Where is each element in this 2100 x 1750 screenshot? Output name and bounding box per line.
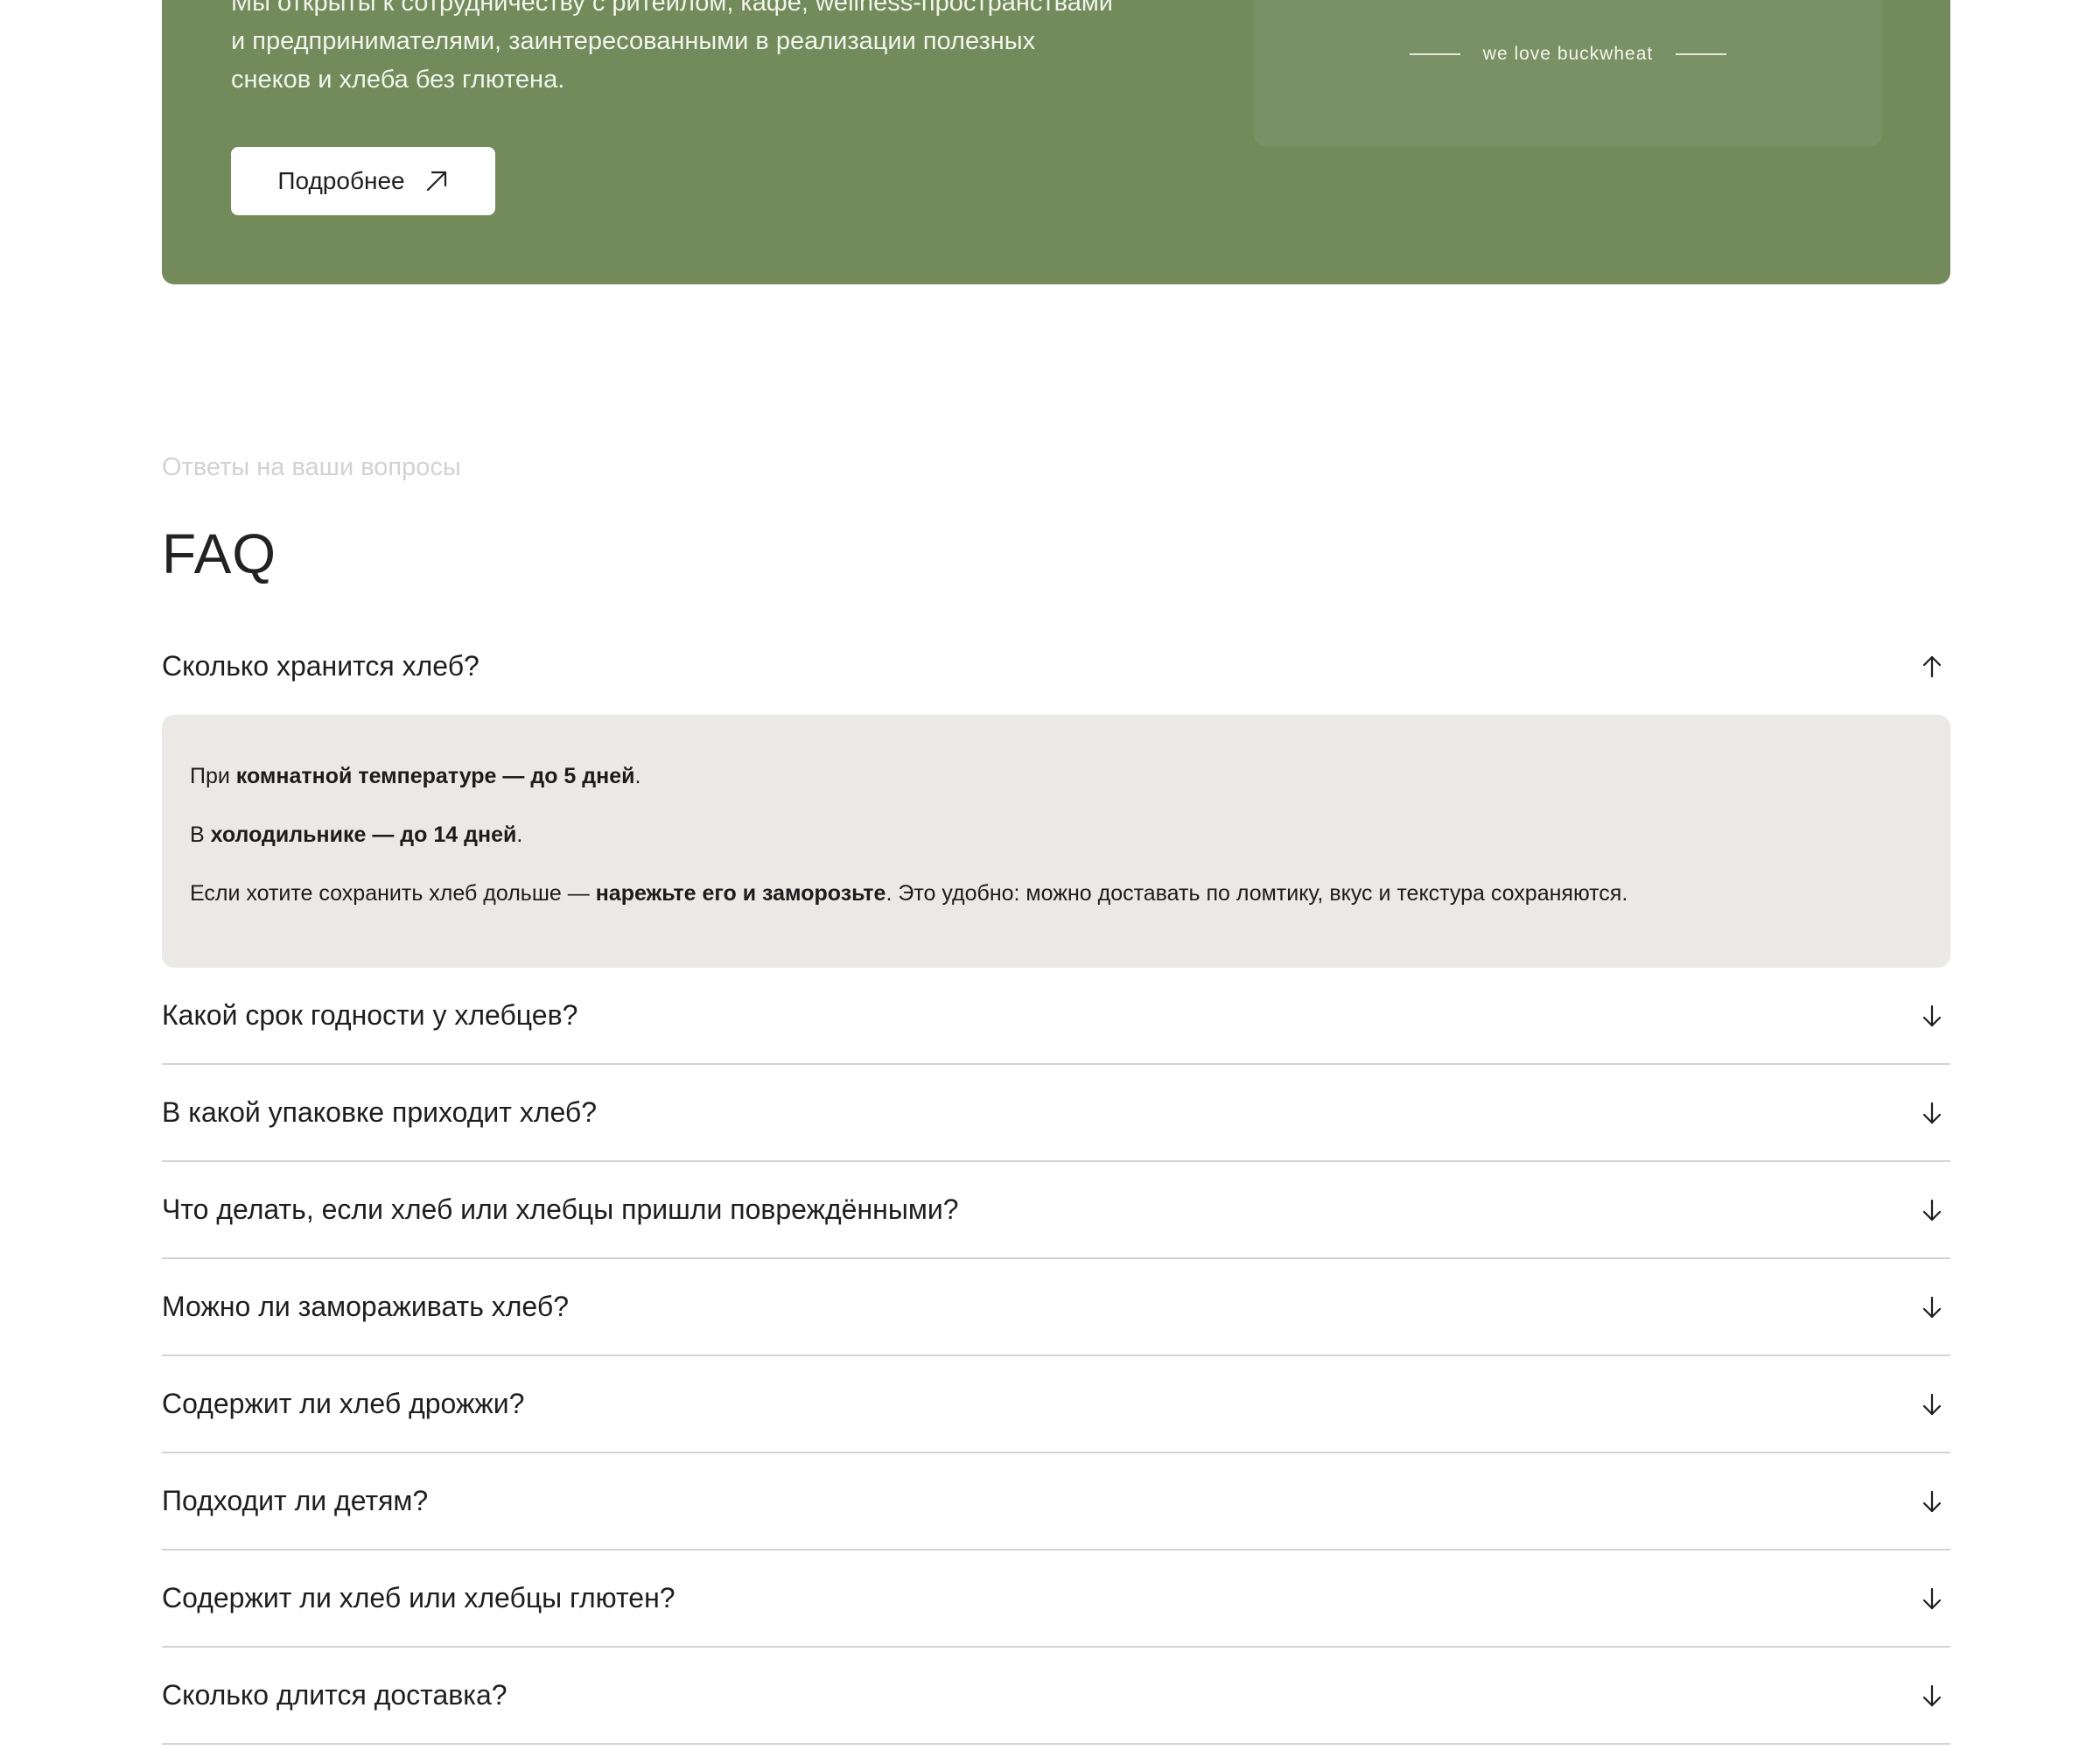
arrow-down-icon[interactable] [1919,1586,1945,1612]
page: Мы открыты к сотрудничеству с ритейлом, … [0,0,2100,1750]
faq-question[interactable]: Сколько хранится хлеб? [162,618,1950,715]
banner-description: Мы открыты к сотрудничеству с ритейлом, … [231,0,1211,99]
faq-question-text: Что делать, если хлеб или хлебцы пришли … [162,1194,959,1225]
partner-banner: Мы открыты к сотрудничеству с ритейлом, … [162,0,1950,284]
faq-question-text: Содержит ли хлеб или хлебцы глютен? [162,1582,676,1614]
arrow-down-icon[interactable] [1919,1683,1945,1709]
faq-answer: При комнатной температуре — до 5 дней. В… [162,715,1950,968]
answer-bold-text: нарежьте его и заморозьте [595,881,886,906]
faq-item: В какой упаковке приходит хлеб? [162,1065,1950,1162]
faq-question-text: Сколько хранится хлеб? [162,650,480,682]
answer-text: . [516,822,523,847]
faq-question-text: Подходит ли детям? [162,1485,429,1516]
faq-question-text: Сколько длится доставка? [162,1679,508,1711]
answer-bold-text: комнатной температуре — до 5 дней [235,764,635,788]
faq-question-text: Можно ли замораживать хлеб? [162,1291,569,1322]
faq-question[interactable]: Сколько длится доставка? [162,1648,1950,1745]
faq-question[interactable]: Содержит ли хлеб или хлебцы глютен? [162,1550,1950,1648]
faq-item: Подходит ли детям? [162,1453,1950,1550]
tagline-divider-right [1676,53,1727,55]
more-button-label: Подробнее [277,167,405,194]
faq-title: FAQ [162,522,277,585]
arrow-down-icon[interactable] [1919,1100,1945,1126]
faq-eyebrow: Ответы на ваши вопросы [162,453,461,481]
faq-question-text: Какой срок годности у хлебцев? [162,999,578,1031]
brand-tagline: we love buckwheat [1482,44,1654,64]
faq-question[interactable]: Что делать, если хлеб или хлебцы пришли … [162,1162,1950,1259]
answer-text: . [634,764,641,788]
answer-text: В [190,822,211,847]
faq-item: Содержит ли хлеб или хлебцы глютен? [162,1550,1950,1648]
faq-item-open: Сколько хранится хлеб? При комнатной тем… [162,618,1950,968]
faq-question[interactable]: В какой упаковке приходит хлеб? [162,1065,1950,1162]
banner-text-line: и предпринимателями, заинтересованными в… [231,27,1036,55]
faq-question[interactable]: Какой срок годности у хлебцев? [162,968,1950,1065]
faq-answer-line: Если хотите сохранить хлеб дольше — наре… [190,876,1922,934]
banner-text-line: Мы открыты к сотрудничеству с ритейлом, … [231,0,1114,17]
arrow-up-right-icon [426,171,446,192]
banner-text-line: снеков и хлеба без глютена. [231,66,565,94]
answer-bold-text: холодильнике — до 14 дней [210,822,517,847]
faq-list: Сколько хранится хлеб? При комнатной тем… [162,618,1950,1745]
brand-logo-card: BuckWe we love buckwheat [1254,0,1882,146]
faq-answer-line: При комнатной температуре — до 5 дней. [190,759,1922,817]
tagline-divider-left [1409,53,1460,55]
faq-question-text: Содержит ли хлеб дрожжи? [162,1388,525,1419]
faq-question-text: В какой упаковке приходит хлеб? [162,1096,598,1128]
faq-question[interactable]: Содержит ли хлеб дрожжи? [162,1356,1950,1453]
faq-item: Сколько длится доставка? [162,1648,1950,1745]
brand-tagline-row: we love buckwheat [1254,44,1882,65]
more-button[interactable]: Подробнее [231,147,495,215]
faq-question[interactable]: Можно ли замораживать хлеб? [162,1259,1950,1356]
faq-item: Можно ли замораживать хлеб? [162,1259,1950,1356]
arrow-down-icon[interactable] [1919,1294,1945,1320]
answer-text: При [190,764,236,788]
brand-logo-wordmark: BuckWe [1254,0,1882,9]
faq-item: Содержит ли хлеб дрожжи? [162,1356,1950,1453]
answer-text: . Это удобно: можно доставать по ломтику… [886,881,1628,906]
arrow-down-icon[interactable] [1919,1197,1945,1223]
answer-text: Если хотите сохранить хлеб дольше — [190,881,596,906]
faq-question[interactable]: Подходит ли детям? [162,1453,1950,1550]
faq-answer-line: В холодильнике — до 14 дней. [190,817,1922,876]
arrow-down-icon[interactable] [1919,1391,1945,1418]
arrow-down-icon[interactable] [1919,1488,1945,1515]
arrow-up-icon[interactable] [1919,654,1945,680]
faq-item: Какой срок годности у хлебцев? [162,968,1950,1065]
faq-item: Что делать, если хлеб или хлебцы пришли … [162,1162,1950,1259]
arrow-down-icon[interactable] [1919,1003,1945,1029]
